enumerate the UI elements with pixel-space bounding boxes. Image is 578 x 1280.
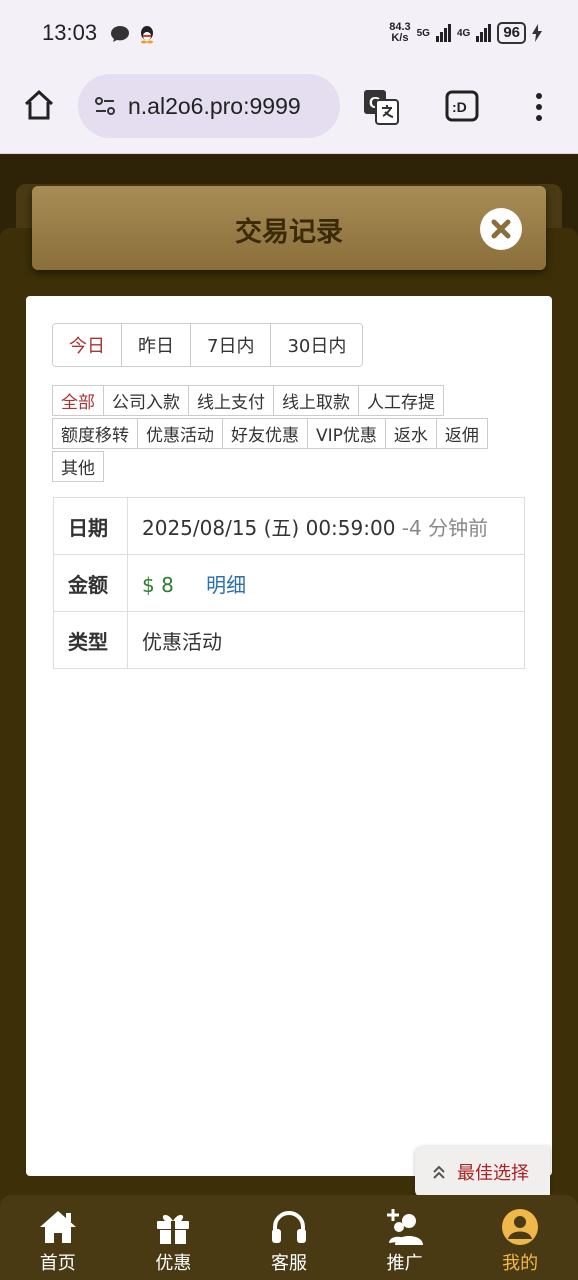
type-vip-bonus[interactable]: VIP优惠	[307, 418, 386, 449]
table-row: 类型 优惠活动	[53, 611, 525, 669]
gift-icon	[157, 1214, 190, 1244]
qq-icon	[141, 26, 153, 44]
translate-icon[interactable]: G	[362, 88, 400, 126]
nav-item-support[interactable]: 客服	[231, 1195, 347, 1280]
net-speed-unit: K/s	[391, 32, 409, 44]
filter-30-days[interactable]: 30日内	[271, 324, 363, 366]
nav-item-profile[interactable]: 我的	[462, 1195, 578, 1280]
nav-label-home: 首页	[39, 1253, 76, 1274]
date-cell: 2025/08/15 (五) 00:59:00 -4 分钟前	[127, 497, 525, 555]
bottom-navigation: 首页 优惠 客服 推广 我的	[0, 1195, 578, 1280]
double-chevron-up-icon	[433, 1165, 445, 1179]
close-button[interactable]	[480, 208, 522, 250]
best-choice-label: 最佳选择	[457, 1163, 529, 1184]
headset-icon	[271, 1211, 306, 1243]
nav-item-referral[interactable]: 推广	[347, 1195, 463, 1280]
type-label: 类型	[53, 611, 128, 669]
amount-cell: $ 8 明细	[127, 554, 525, 612]
date-range-filter: 今日 昨日 7日内 30日内	[52, 323, 364, 367]
signal-5g-icon	[435, 24, 451, 42]
amount-value: $ 8	[142, 572, 174, 597]
status-time: 13:03	[42, 20, 98, 45]
close-icon	[491, 219, 511, 239]
type-commission[interactable]: 返佣	[435, 418, 488, 449]
type-manual-deposit-withdrawal[interactable]: 人工存提	[358, 385, 444, 416]
address-bar[interactable]: n.al2o6.pro:9999	[78, 74, 340, 138]
status-indicators: 84.3 K/s 5G 4G 96	[389, 22, 542, 44]
message-icon	[111, 26, 129, 42]
type-friend-bonus[interactable]: 好友优惠	[222, 418, 308, 449]
type-promotion[interactable]: 优惠活动	[137, 418, 223, 449]
amount-label: 金额	[53, 554, 128, 612]
add-user-icon	[386, 1209, 423, 1245]
tab-switcher-icon[interactable]: :D	[444, 88, 482, 126]
table-row: 日期 2025/08/15 (五) 00:59:00 -4 分钟前	[53, 497, 525, 555]
modal-header: 交易记录	[32, 186, 546, 270]
filter-7-days[interactable]: 7日内	[191, 324, 272, 366]
signal-4g-icon	[476, 24, 492, 42]
filter-today[interactable]: 今日	[53, 324, 122, 366]
type-credit-transfer[interactable]: 额度移转	[52, 418, 138, 449]
more-menu-icon[interactable]	[520, 88, 558, 126]
type-rebate[interactable]: 返水	[384, 418, 437, 449]
filter-yesterday[interactable]: 昨日	[122, 324, 191, 366]
site-settings-icon[interactable]	[92, 93, 118, 119]
net-speed: 84.3 K/s	[389, 22, 410, 44]
home-icon	[39, 1211, 76, 1243]
url-text: n.al2o6.pro:9999	[128, 92, 301, 119]
nav-label-promotions: 优惠	[155, 1253, 192, 1274]
net-5g-label: 5G	[416, 27, 430, 39]
nav-item-home[interactable]: 首页	[0, 1195, 116, 1280]
best-choice-button[interactable]: 最佳选择	[415, 1146, 550, 1198]
date-value: 2025/08/15 (五) 00:59:00	[142, 515, 396, 540]
records-card: 今日 昨日 7日内 30日内 全部 公司入款 线上支付 线上取款 人工存提 额度…	[26, 296, 552, 1176]
date-label: 日期	[53, 497, 128, 555]
record-detail-table: 日期 2025/08/15 (五) 00:59:00 -4 分钟前 金额 $ 8…	[53, 497, 525, 669]
type-all[interactable]: 全部	[52, 385, 104, 416]
type-value: 优惠活动	[127, 611, 525, 669]
home-icon[interactable]	[22, 88, 56, 122]
net-4g-label: 4G	[456, 27, 471, 39]
nav-label-referral: 推广	[386, 1253, 423, 1274]
type-filter: 全部 公司入款 线上支付 线上取款 人工存提 额度移转 优惠活动 好友优惠 VI…	[52, 385, 512, 484]
page-title: 交易记录	[235, 217, 343, 248]
type-other[interactable]: 其他	[52, 451, 104, 482]
status-bar: 13:03 84.3 K/s 5G 4G 96	[0, 0, 578, 68]
battery-level: 96	[497, 22, 526, 44]
svg-text::D: :D	[452, 99, 467, 115]
type-company-deposit[interactable]: 公司入款	[103, 385, 189, 416]
table-row: 金额 $ 8 明细	[53, 554, 525, 612]
date-relative: -4 分钟前	[401, 515, 489, 540]
nav-item-promotions[interactable]: 优惠	[116, 1195, 232, 1280]
nav-label-support: 客服	[270, 1253, 307, 1274]
nav-label-profile: 我的	[502, 1253, 539, 1274]
charging-icon	[532, 24, 542, 42]
user-icon	[502, 1209, 539, 1245]
detail-link[interactable]: 明细	[206, 573, 246, 597]
browser-toolbar: n.al2o6.pro:9999 G :D	[0, 68, 578, 154]
type-online-withdrawal[interactable]: 线上取款	[273, 385, 359, 416]
type-online-payment[interactable]: 线上支付	[188, 385, 274, 416]
